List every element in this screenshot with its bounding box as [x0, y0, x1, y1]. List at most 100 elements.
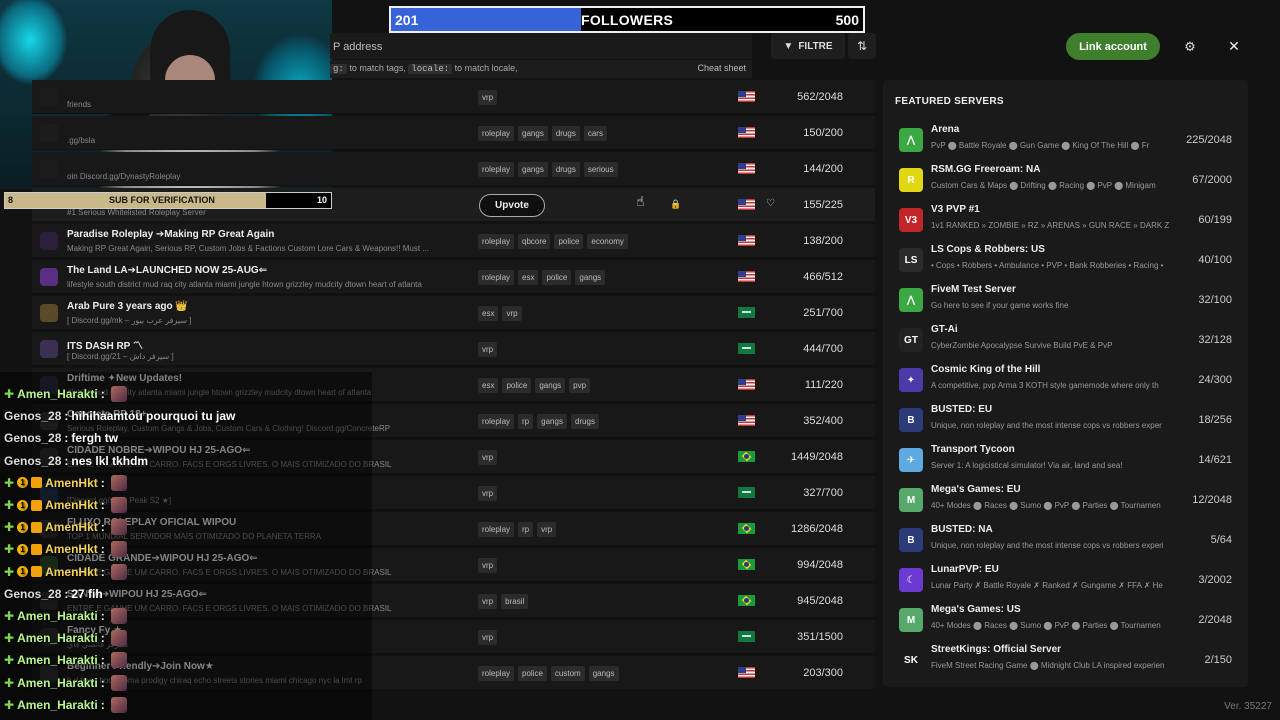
tag-chip[interactable]: vrp: [478, 486, 498, 501]
chat-message: ✚ Amen_Harakti:: [4, 606, 127, 626]
cheat-sheet-link[interactable]: Cheat sheet: [697, 63, 746, 73]
tag-chip[interactable]: roleplay: [478, 414, 515, 429]
tag-chip[interactable]: drugs: [551, 126, 580, 141]
chat-username: Amen_Harakti: [17, 653, 98, 668]
featured-server-description: Unique, non roleplay and the most intens…: [931, 541, 1164, 550]
tag-chip[interactable]: drugs: [570, 414, 599, 429]
followers-goal: 500: [835, 12, 859, 28]
tag-chip[interactable]: qbcore: [518, 234, 551, 249]
tag-chip[interactable]: roleplay: [478, 666, 515, 681]
featured-server-item[interactable]: LS LS Cops & Robbers: US • Cops • Robbers …: [883, 241, 1248, 281]
close-button[interactable]: ✕: [1220, 33, 1248, 60]
featured-server-name: LunarPVP: EU: [931, 564, 999, 575]
tag-chip[interactable]: police: [554, 234, 584, 249]
featured-servers-panel: FEATURED SERVERS ⋀ Arena PvP ⬤ Battle Roya…: [883, 80, 1248, 687]
featured-server-item[interactable]: SK StreetKings: Official Server FiveM Stre…: [883, 641, 1248, 681]
favorite-heart-icon[interactable]: ♡: [766, 198, 775, 209]
tag-chip[interactable]: vrp: [478, 594, 498, 609]
tag-chip[interactable]: vrp: [478, 558, 498, 573]
chat-username: Genos_28: [4, 409, 62, 424]
tag-chip[interactable]: vrp: [478, 630, 498, 645]
featured-player-count: 60/199: [1198, 214, 1232, 226]
featured-server-item[interactable]: ⋀ Arena PvP ⬤ Battle Royale ⬤ Gun Game ⬤ K…: [883, 121, 1248, 161]
tag-chip[interactable]: esx: [478, 306, 499, 321]
tag-chip[interactable]: serious: [583, 162, 618, 177]
featured-server-item[interactable]: R RSM.GG Freeroam: NA Custom Cars & Maps ⬤…: [883, 161, 1248, 201]
tag-chip[interactable]: roleplay: [478, 126, 515, 141]
emote-icon: [110, 474, 127, 491]
tag-chip[interactable]: drugs: [551, 162, 580, 177]
tag-chip[interactable]: police: [542, 270, 572, 285]
tag-chip[interactable]: esx: [518, 270, 539, 285]
tag-chip[interactable]: roleplay: [478, 270, 515, 285]
followers-goal-bar: 201 FOLLOWERS 500: [389, 6, 865, 33]
plus-badge-icon: ✚: [4, 387, 15, 401]
tag-chip[interactable]: vrp: [478, 342, 498, 357]
tag-chip[interactable]: roleplay: [478, 162, 515, 177]
featured-server-item[interactable]: V3 V3 PVP #1 1v1 RANKED » ZOMBIE » RZ » AR…: [883, 201, 1248, 241]
tag-chip[interactable]: gangs: [537, 414, 567, 429]
featured-server-description: Server 1: A logicistical simulator! Via …: [931, 461, 1123, 470]
server-row[interactable]: ITS DASH RP 〽[ Discord.gg/21 – سيرفر داش…: [32, 332, 875, 366]
tag-chip[interactable]: gangs: [575, 270, 606, 285]
tag-chip[interactable]: police: [502, 378, 532, 393]
sort-button[interactable]: ⇅: [848, 33, 876, 59]
tag-chip[interactable]: gangs: [518, 162, 548, 177]
flag-us-icon: [738, 415, 755, 426]
tag-chip[interactable]: vrp: [537, 522, 557, 537]
upvote-button[interactable]: Upvote: [479, 194, 545, 217]
link-account-button[interactable]: Link account: [1066, 33, 1160, 60]
gift-badge-icon: [31, 477, 43, 489]
tag-chip[interactable]: cars: [583, 126, 607, 141]
plus-badge-icon: ✚: [4, 653, 15, 668]
tag-chip[interactable]: gangs: [535, 378, 566, 393]
chat-username: Genos_28: [4, 431, 62, 446]
chat-username: AmenHkt: [45, 498, 98, 512]
server-row[interactable]: The Land LA➔LAUNCHED NOW 25-AUG⇐ lifestyl…: [32, 260, 875, 294]
tag-chip[interactable]: custom: [550, 666, 585, 681]
tag-chip[interactable]: pvp: [569, 378, 591, 393]
featured-server-item[interactable]: ☾ LunarPVP: EU Lunar Party ✗ Battle Royale…: [883, 561, 1248, 601]
emote-icon: [110, 608, 127, 624]
settings-button[interactable]: ⚙: [1176, 33, 1204, 60]
stream-chat-overlay: ✚ Amen_Harakti: Genos_28: hihihaamtou pourq…: [0, 372, 372, 720]
tag-chip[interactable]: vrp: [478, 90, 498, 105]
sub-badge-icon: 1: [17, 499, 29, 511]
featured-server-item[interactable]: ⋀ FiveM Test Server Go here to see if your…: [883, 281, 1248, 321]
tag-chip[interactable]: vrp: [478, 450, 498, 465]
sub-goal-bar: 8 SUB FOR VERIFICATION 10: [4, 192, 332, 209]
featured-server-icon: SK: [899, 648, 923, 672]
tag-chip[interactable]: economy: [587, 234, 628, 249]
flag-us-icon: [738, 667, 755, 678]
server-row[interactable]: Arab Pure 3 years ago 👑 [ Discord.gg/mk –…: [32, 296, 875, 330]
tag-chip[interactable]: vrp: [502, 306, 522, 321]
featured-server-item[interactable]: ✦ Cosmic King of the Hill A competitive, p…: [883, 361, 1248, 401]
featured-server-icon: M: [899, 488, 923, 512]
featured-server-item[interactable]: GT GT-Ai CyberZombie Apocalypse Survive Bu…: [883, 321, 1248, 361]
server-row[interactable]: oin Discord.gg/DynastyRoleplay roleplay ga…: [32, 152, 875, 186]
chat-message: Genos_28: nes lkl tkhdm: [4, 451, 148, 471]
tag-chip[interactable]: brasil: [501, 594, 529, 609]
server-row[interactable]: friends vrp 562/2048: [32, 80, 875, 114]
tag-chip[interactable]: roleplay: [478, 234, 515, 249]
tag-chip[interactable]: rp: [518, 414, 534, 429]
featured-server-item[interactable]: M Mega's Games: EU 40+ Modes ⬤ Races ⬤ Sum…: [883, 481, 1248, 521]
featured-server-item[interactable]: M Mega's Games: US 40+ Modes ⬤ Races ⬤ Sum…: [883, 601, 1248, 641]
tag-chip[interactable]: rp: [518, 522, 534, 537]
player-count: 351/1500: [797, 631, 843, 643]
featured-server-item[interactable]: ✈ Transport Tycoon Server 1: A logicistica…: [883, 441, 1248, 481]
search-input[interactable]: P address: [330, 33, 752, 59]
chat-text: fergh tw: [71, 431, 119, 446]
filter-button[interactable]: ▼ FILTRE: [771, 33, 845, 59]
featured-server-description: PvP ⬤ Battle Royale ⬤ Gun Game ⬤ King Of…: [931, 141, 1150, 150]
tag-chip[interactable]: gangs: [588, 666, 619, 681]
tag-chip[interactable]: esx: [478, 378, 499, 393]
featured-server-item[interactable]: B BUSTED: NA Unique, non roleplay and the …: [883, 521, 1248, 561]
plus-badge-icon: ✚: [4, 675, 15, 690]
tag-chip[interactable]: gangs: [518, 126, 548, 141]
tag-chip[interactable]: roleplay: [478, 522, 515, 537]
server-row[interactable]: Paradise Roleplay ➔Making RP Great Again…: [32, 224, 875, 258]
tag-chip[interactable]: police: [518, 666, 547, 681]
featured-server-item[interactable]: B BUSTED: EU Unique, non roleplay and the …: [883, 401, 1248, 441]
server-row[interactable]: .gg/bsla roleplay gangs drugs cars 150/200: [32, 116, 875, 150]
